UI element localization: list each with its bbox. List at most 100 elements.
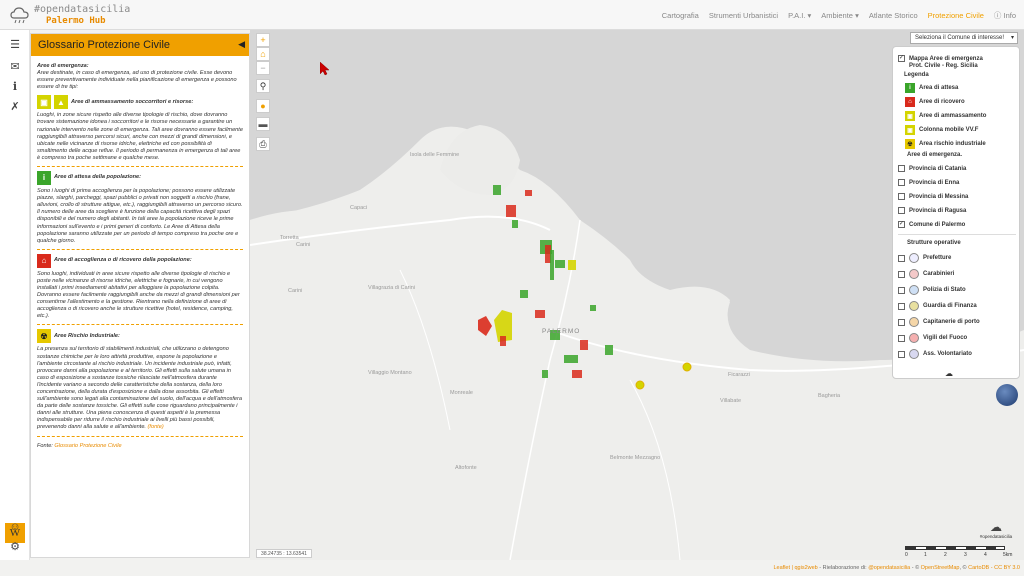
map-label-villaggio: Villaggio Montano bbox=[368, 370, 412, 376]
nav-protezione-civile[interactable]: Protezione Civile bbox=[928, 11, 984, 20]
nav-cartografia[interactable]: Cartografia bbox=[662, 11, 699, 20]
scale-graphic bbox=[905, 546, 1005, 550]
source-link[interactable]: Glossario Protezione Civile bbox=[54, 443, 121, 449]
site-logo[interactable]: #opendatasicilia Palermo Hub bbox=[8, 2, 130, 28]
layer-label: Vigili del Fuoco bbox=[923, 335, 968, 341]
map-label-torretta: Torretta bbox=[280, 235, 299, 241]
checkbox-checked[interactable]: ✓ bbox=[898, 221, 905, 228]
scale-label: 0 bbox=[905, 552, 908, 558]
layer-label: Carabinieri bbox=[923, 271, 955, 277]
layer-toggle-capitanerie[interactable]: Capitanerie di porto bbox=[898, 317, 980, 327]
divider bbox=[37, 324, 243, 326]
layer-label: Provincia di Messina bbox=[909, 193, 969, 200]
layer-toggle-ragusa[interactable]: Provincia di Ragusa bbox=[898, 207, 966, 214]
checkbox[interactable] bbox=[898, 165, 905, 172]
opendatasicilia-link[interactable]: @opendatasicilia bbox=[868, 565, 910, 571]
legend-label: Legenda bbox=[904, 72, 929, 78]
info-icon[interactable]: i bbox=[8, 80, 22, 94]
layer-label: Polizia di Stato bbox=[923, 287, 966, 293]
layer-toggle-messina[interactable]: Provincia di Messina bbox=[898, 193, 968, 200]
section-attesa: i Aree di attesa della popolazione: Sono… bbox=[37, 171, 243, 245]
divider bbox=[898, 234, 1016, 235]
scale-label: 3 bbox=[964, 552, 967, 558]
search-icon[interactable]: ⚲ bbox=[256, 79, 270, 93]
layer-label: Comune di Palermo bbox=[909, 221, 966, 228]
zoom-in-button[interactable]: + bbox=[256, 33, 270, 47]
checkbox[interactable] bbox=[898, 254, 905, 262]
coordinates-readout: 38.24735 : 13.63541 bbox=[256, 549, 312, 558]
nav-info[interactable]: ⓘ Info bbox=[994, 10, 1016, 21]
fonte-link[interactable]: (fonte) bbox=[148, 424, 164, 430]
share-icon[interactable]: ✗ bbox=[8, 100, 22, 114]
layer-toggle-enna[interactable]: Provincia di Enna bbox=[898, 179, 959, 186]
cartodb-link[interactable]: CartoDB bbox=[968, 565, 989, 571]
nav-ambiente[interactable]: Ambiente ▾ bbox=[821, 11, 859, 20]
legend-colonna: ▣ Colonna mobile VV.F bbox=[905, 125, 978, 135]
globe-basemap-toggle-icon[interactable] bbox=[996, 384, 1018, 406]
map-label-capaci: Capaci bbox=[350, 205, 368, 211]
section-heading: Aree di ammassamento soccorritori e riso… bbox=[71, 98, 194, 105]
finance-guard-icon bbox=[909, 301, 919, 311]
section-ricovero: ⌂ Aree di accoglienza o di ricovero dell… bbox=[37, 253, 243, 321]
checkbox[interactable] bbox=[898, 179, 905, 186]
checkbox[interactable] bbox=[898, 318, 905, 326]
structures-heading: Strutture operative bbox=[907, 240, 961, 246]
attribution-text: , © bbox=[959, 565, 969, 571]
layer-toggle-main[interactable]: ✓ Mappa Aree di emergenza bbox=[898, 55, 983, 62]
qgis2web-link[interactable]: qgis2web bbox=[795, 565, 818, 571]
layer-toggle-volontariato[interactable]: Ass. Volontariato bbox=[898, 349, 972, 359]
section-ammassamento: ▣ ▲ Aree di ammassamento soccorritori e … bbox=[37, 95, 243, 162]
layer-toggle-carabinieri[interactable]: Carabinieri bbox=[898, 269, 954, 279]
checkbox-checked[interactable]: ✓ bbox=[898, 55, 905, 62]
measure-icon[interactable]: ▬ bbox=[256, 117, 270, 131]
layer-toggle-prefetture[interactable]: Prefetture bbox=[898, 253, 951, 263]
leaflet-link[interactable]: Leaflet | bbox=[774, 565, 795, 571]
menu-icon[interactable]: ☰ bbox=[8, 38, 22, 52]
legend-rischio: ☢ Area rischio industriale bbox=[905, 139, 986, 149]
home-icon[interactable]: ⌂ bbox=[256, 47, 270, 61]
scale-label: 5km bbox=[1003, 552, 1013, 558]
layer-toggle-palermo[interactable]: ✓ Comune di Palermo bbox=[898, 221, 965, 228]
ammassamento-legend-icon: ▣ bbox=[905, 111, 915, 121]
section-text: Sono luoghi, individuati in aree sicure … bbox=[37, 270, 240, 320]
map-label-bagheria: Bagheria bbox=[818, 393, 841, 399]
comune-select[interactable]: Seleziona il Comune di interesse! ▾ bbox=[910, 32, 1018, 44]
map-label-monreale: Monreale bbox=[450, 390, 473, 396]
checkbox[interactable] bbox=[898, 302, 905, 310]
map-label-carini: Carini bbox=[288, 288, 303, 294]
settings-gear-icon[interactable]: ⚙ bbox=[8, 540, 22, 554]
collapse-panel-icon[interactable]: ◀ bbox=[238, 39, 245, 50]
provinces-heading: Aree di emergenza. bbox=[907, 152, 963, 158]
ammassamento-tent-icon: ▲ bbox=[54, 95, 68, 110]
license-link[interactable]: - CC BY 3.0 bbox=[989, 565, 1020, 571]
map-label-carini-2: Carini bbox=[296, 242, 311, 248]
layer-toggle-catania[interactable]: Provincia di Catania bbox=[898, 165, 966, 172]
main-nav: Cartografia Strumenti Urbanistici P.A.I.… bbox=[662, 0, 1016, 30]
layer-label: Ass. Volontariato bbox=[923, 351, 972, 357]
print-icon[interactable]: ⎙ bbox=[256, 137, 270, 151]
checkbox[interactable] bbox=[898, 270, 905, 278]
brand-watermark: ☁ #opendatasicilia bbox=[974, 520, 1018, 542]
nav-pai[interactable]: P.A.I. ▾ bbox=[788, 11, 811, 20]
checkbox[interactable] bbox=[898, 350, 905, 358]
checkbox[interactable] bbox=[898, 334, 905, 342]
coast-guard-icon bbox=[909, 317, 919, 327]
nav-atlante-storico[interactable]: Atlante Storico bbox=[869, 11, 918, 20]
location-pin-icon[interactable]: ● bbox=[256, 99, 270, 113]
osm-link[interactable]: OpenStreetMap bbox=[921, 565, 960, 571]
checkbox[interactable] bbox=[898, 286, 905, 294]
attesa-icon: i bbox=[37, 171, 51, 186]
legend-attesa: i Area di attesa bbox=[905, 83, 958, 93]
layer-toggle-polizia[interactable]: Polizia di Stato bbox=[898, 285, 966, 295]
layer-toggle-finanza[interactable]: Guardia di Finanza bbox=[898, 301, 977, 311]
radiation-legend-icon: ☢ bbox=[905, 139, 915, 149]
mail-icon[interactable]: ✉ bbox=[8, 60, 22, 74]
zoom-out-button[interactable]: − bbox=[256, 61, 270, 75]
nav-strumenti-urbanistici[interactable]: Strumenti Urbanistici bbox=[709, 11, 778, 20]
layer-toggle-vigili[interactable]: Vigili del Fuoco bbox=[898, 333, 967, 343]
people-icon[interactable]: ☺ bbox=[8, 520, 22, 534]
scale-bar: 0 1 2 3 4 5km bbox=[905, 546, 1017, 560]
cloud-icon: ☁ bbox=[945, 369, 953, 378]
checkbox[interactable] bbox=[898, 193, 905, 200]
checkbox[interactable] bbox=[898, 207, 905, 214]
